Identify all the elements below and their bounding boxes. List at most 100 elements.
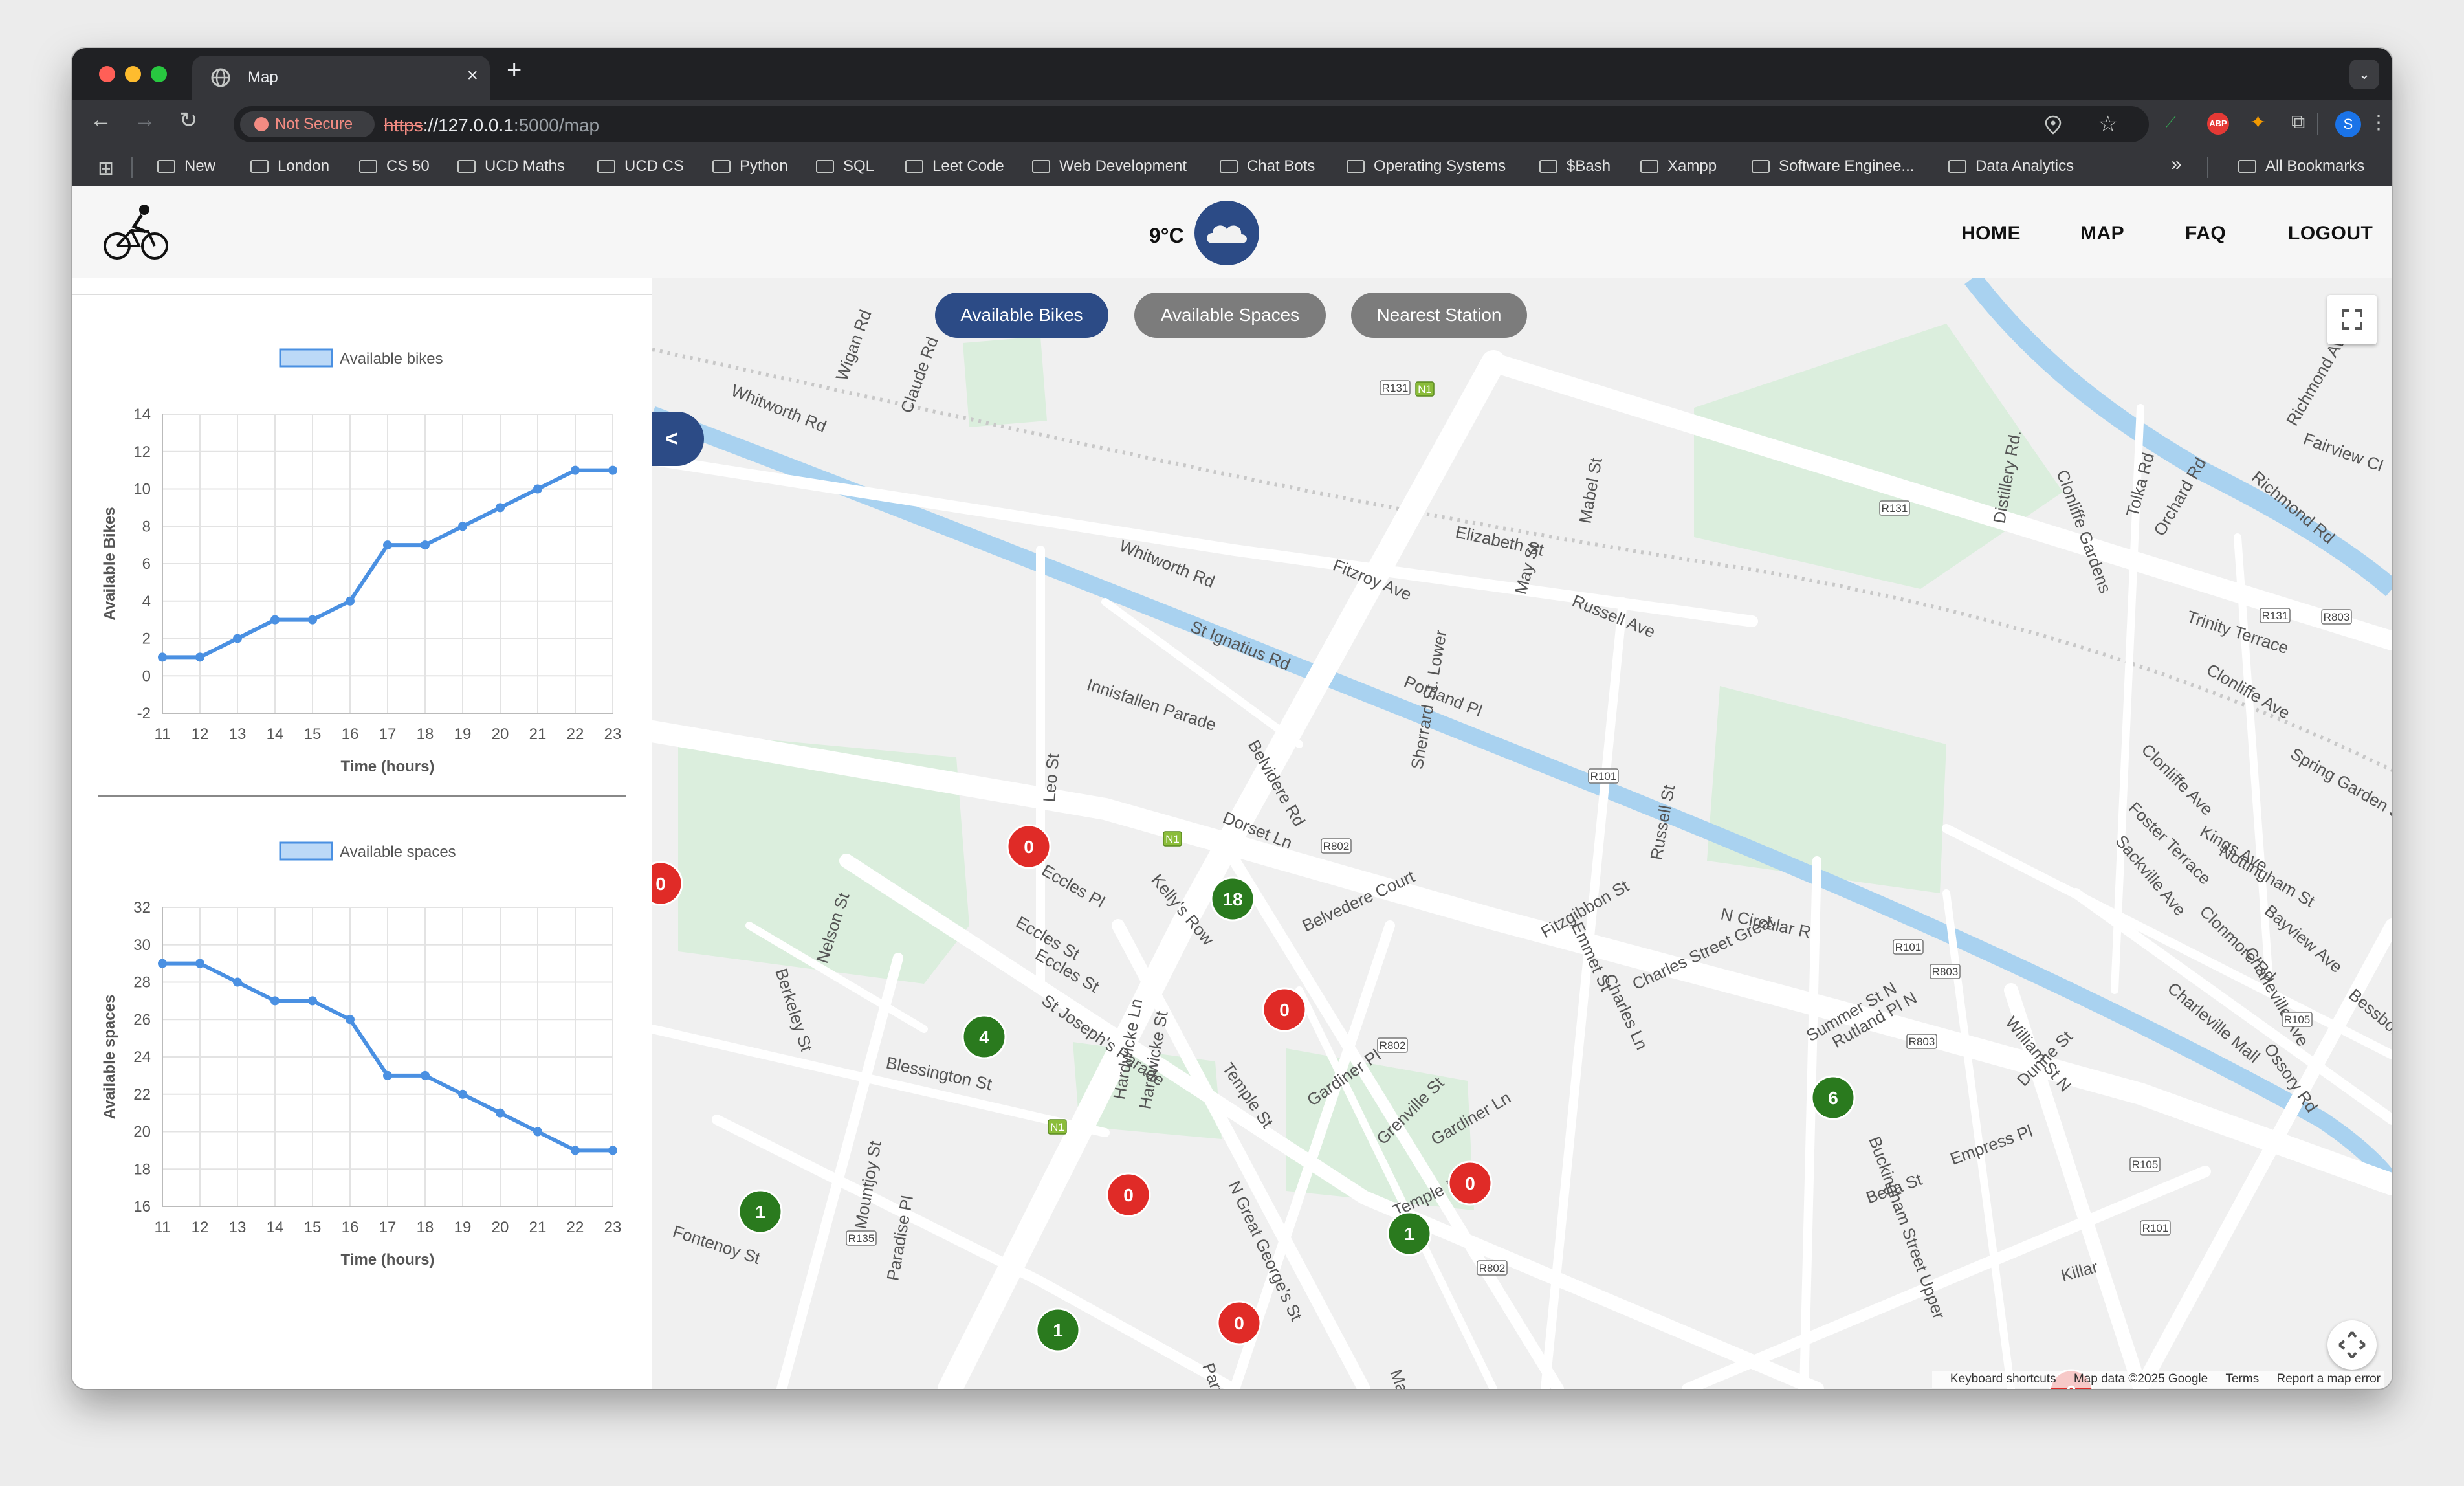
spaces-point[interactable] bbox=[421, 1070, 430, 1080]
location-icon[interactable] bbox=[2044, 115, 2062, 135]
station-marker-s7[interactable]: 0 bbox=[1106, 1172, 1151, 1217]
all-bookmarks-button[interactable]: All Bookmarks bbox=[2238, 157, 2364, 175]
bikes-point[interactable] bbox=[233, 634, 242, 643]
station-marker-s9[interactable]: 1 bbox=[738, 1189, 783, 1234]
security-chip[interactable]: Not Secure bbox=[240, 111, 375, 137]
bikes-point[interactable] bbox=[533, 484, 542, 494]
station-map[interactable]: Whitworth Rd Whitworth Rd Wigan Rd Claude R… bbox=[652, 278, 2392, 1389]
bookmark-folder[interactable]: Chat Bots bbox=[1220, 157, 1315, 175]
spaces-point[interactable] bbox=[346, 1015, 355, 1025]
bicycle-logo-icon[interactable] bbox=[103, 203, 170, 261]
extension-icon[interactable]: ⟋ bbox=[2166, 114, 2175, 131]
reload-button[interactable]: ↻ bbox=[179, 107, 198, 133]
spaces-point[interactable] bbox=[496, 1108, 505, 1118]
bookmark-folder[interactable]: Xampp bbox=[1640, 157, 1717, 175]
map-canvas[interactable]: Whitworth RdWhitworth RdWigan Rd Claude R… bbox=[652, 278, 2392, 1389]
bikes-point[interactable] bbox=[158, 652, 167, 662]
bikes-point[interactable] bbox=[308, 615, 317, 625]
bookmark-folder[interactable]: Software Enginee... bbox=[1752, 157, 1914, 175]
bookmark-folder[interactable]: London bbox=[250, 157, 329, 175]
station-count: 6 bbox=[1828, 1088, 1838, 1108]
bookmark-folder[interactable]: Operating Systems bbox=[1347, 157, 1506, 175]
bikes-point[interactable] bbox=[270, 615, 280, 625]
bookmark-star-icon[interactable]: ☆ bbox=[2098, 111, 2118, 137]
bookmark-folder[interactable]: Data Analytics bbox=[1948, 157, 2074, 175]
station-marker-s1[interactable]: 0 bbox=[1006, 824, 1051, 869]
station-marker-s3[interactable]: 18 bbox=[1210, 876, 1255, 922]
close-window-button[interactable] bbox=[99, 66, 115, 82]
bookmark-folder[interactable]: SQL bbox=[816, 157, 874, 175]
tab-search-button[interactable]: ⌄ bbox=[2349, 60, 2379, 89]
station-count: 0 bbox=[1123, 1185, 1134, 1205]
road-badge: R803 bbox=[1906, 1034, 1937, 1049]
keyboard-shortcuts-link[interactable]: Keyboard shortcuts bbox=[1950, 1372, 2056, 1386]
bookmark-folder[interactable]: CS 50 bbox=[359, 157, 430, 175]
bikes-point[interactable] bbox=[421, 540, 430, 550]
station-marker-s5[interactable]: 4 bbox=[962, 1014, 1007, 1059]
more-bookmarks-button[interactable]: » bbox=[2171, 153, 2182, 175]
bookmark-folder[interactable]: New bbox=[157, 157, 215, 175]
bikes-point[interactable] bbox=[608, 465, 617, 475]
road-badge: R802 bbox=[1321, 838, 1352, 854]
bikes-point[interactable] bbox=[458, 522, 467, 531]
spaces-point[interactable] bbox=[533, 1127, 542, 1137]
extension-fire-icon[interactable]: ✦ bbox=[2250, 111, 2266, 134]
station-marker-s2[interactable]: 0 bbox=[652, 861, 683, 906]
maximize-window-button[interactable] bbox=[151, 66, 167, 82]
bikes-point[interactable] bbox=[346, 596, 355, 606]
station-marker-s4[interactable]: 0 bbox=[1262, 987, 1307, 1032]
x-tick-label: 11 bbox=[155, 726, 171, 743]
adblock-icon[interactable]: ABP bbox=[2207, 113, 2229, 135]
tab-close-icon[interactable]: × bbox=[467, 65, 478, 87]
spaces-point[interactable] bbox=[571, 1146, 580, 1155]
spaces-point[interactable] bbox=[308, 996, 317, 1006]
profile-avatar[interactable]: S bbox=[2335, 111, 2361, 137]
collapse-sidebar-button[interactable]: < bbox=[652, 412, 704, 466]
station-marker-s8[interactable]: 0 bbox=[1447, 1160, 1493, 1206]
station-marker-s6[interactable]: 6 bbox=[1810, 1075, 1856, 1120]
apps-grid-icon[interactable]: ⊞ bbox=[98, 157, 114, 180]
spaces-point[interactable] bbox=[270, 996, 280, 1006]
nav-faq[interactable]: FAQ bbox=[2185, 223, 2226, 245]
bookmark-folder[interactable]: UCD CS bbox=[597, 157, 684, 175]
tab-nearest-station[interactable]: Nearest Station bbox=[1351, 293, 1527, 338]
svg-text:N1: N1 bbox=[1165, 833, 1180, 845]
extensions-puzzle-icon[interactable]: ⧉ bbox=[2291, 111, 2305, 133]
bookmark-folder[interactable]: Python bbox=[712, 157, 788, 175]
nav-home[interactable]: HOME bbox=[1961, 223, 2021, 245]
bikes-point[interactable] bbox=[496, 503, 505, 513]
spaces-point[interactable] bbox=[608, 1146, 617, 1155]
bookmark-folder[interactable]: Leet Code bbox=[905, 157, 1004, 175]
bookmark-folder[interactable]: Web Development bbox=[1032, 157, 1187, 175]
chart-divider bbox=[98, 795, 626, 797]
bikes-point[interactable] bbox=[383, 540, 392, 550]
forward-button[interactable]: → bbox=[134, 107, 156, 133]
nav-map[interactable]: MAP bbox=[2080, 223, 2124, 245]
tab-available-bikes[interactable]: Available Bikes bbox=[935, 293, 1108, 338]
address-bar[interactable]: Not Secure https://127.0.0.1:5000/map ☆ bbox=[234, 106, 2149, 142]
spaces-point[interactable] bbox=[233, 977, 242, 987]
fullscreen-button[interactable] bbox=[2327, 295, 2377, 344]
spaces-point[interactable] bbox=[458, 1089, 467, 1099]
tab-available-spaces[interactable]: Available Spaces bbox=[1134, 293, 1326, 338]
station-marker-s11[interactable]: 0 bbox=[1216, 1300, 1262, 1346]
bikes-point[interactable] bbox=[195, 652, 204, 662]
browser-tab[interactable]: Map × bbox=[192, 56, 490, 100]
report-error-link[interactable]: Report a map error bbox=[2276, 1372, 2381, 1386]
back-button[interactable]: ← bbox=[90, 107, 112, 133]
road-badge: R101 bbox=[1893, 939, 1924, 955]
station-marker-s12[interactable]: 1 bbox=[1035, 1307, 1081, 1353]
terms-link[interactable]: Terms bbox=[2225, 1372, 2259, 1386]
nav-logout[interactable]: LOGOUT bbox=[2288, 223, 2373, 245]
map-move-control[interactable] bbox=[2327, 1320, 2377, 1370]
bikes-point[interactable] bbox=[571, 465, 580, 475]
new-tab-button[interactable]: + bbox=[507, 56, 522, 85]
browser-menu-icon[interactable]: ⋮ bbox=[2369, 111, 2388, 134]
spaces-point[interactable] bbox=[383, 1070, 392, 1080]
spaces-point[interactable] bbox=[158, 959, 167, 968]
spaces-point[interactable] bbox=[195, 959, 204, 968]
minimize-window-button[interactable] bbox=[125, 66, 141, 82]
bookmark-folder[interactable]: UCD Maths bbox=[457, 157, 565, 175]
bookmark-folder[interactable]: $Bash bbox=[1539, 157, 1611, 175]
station-marker-s10[interactable]: 1 bbox=[1387, 1211, 1432, 1256]
